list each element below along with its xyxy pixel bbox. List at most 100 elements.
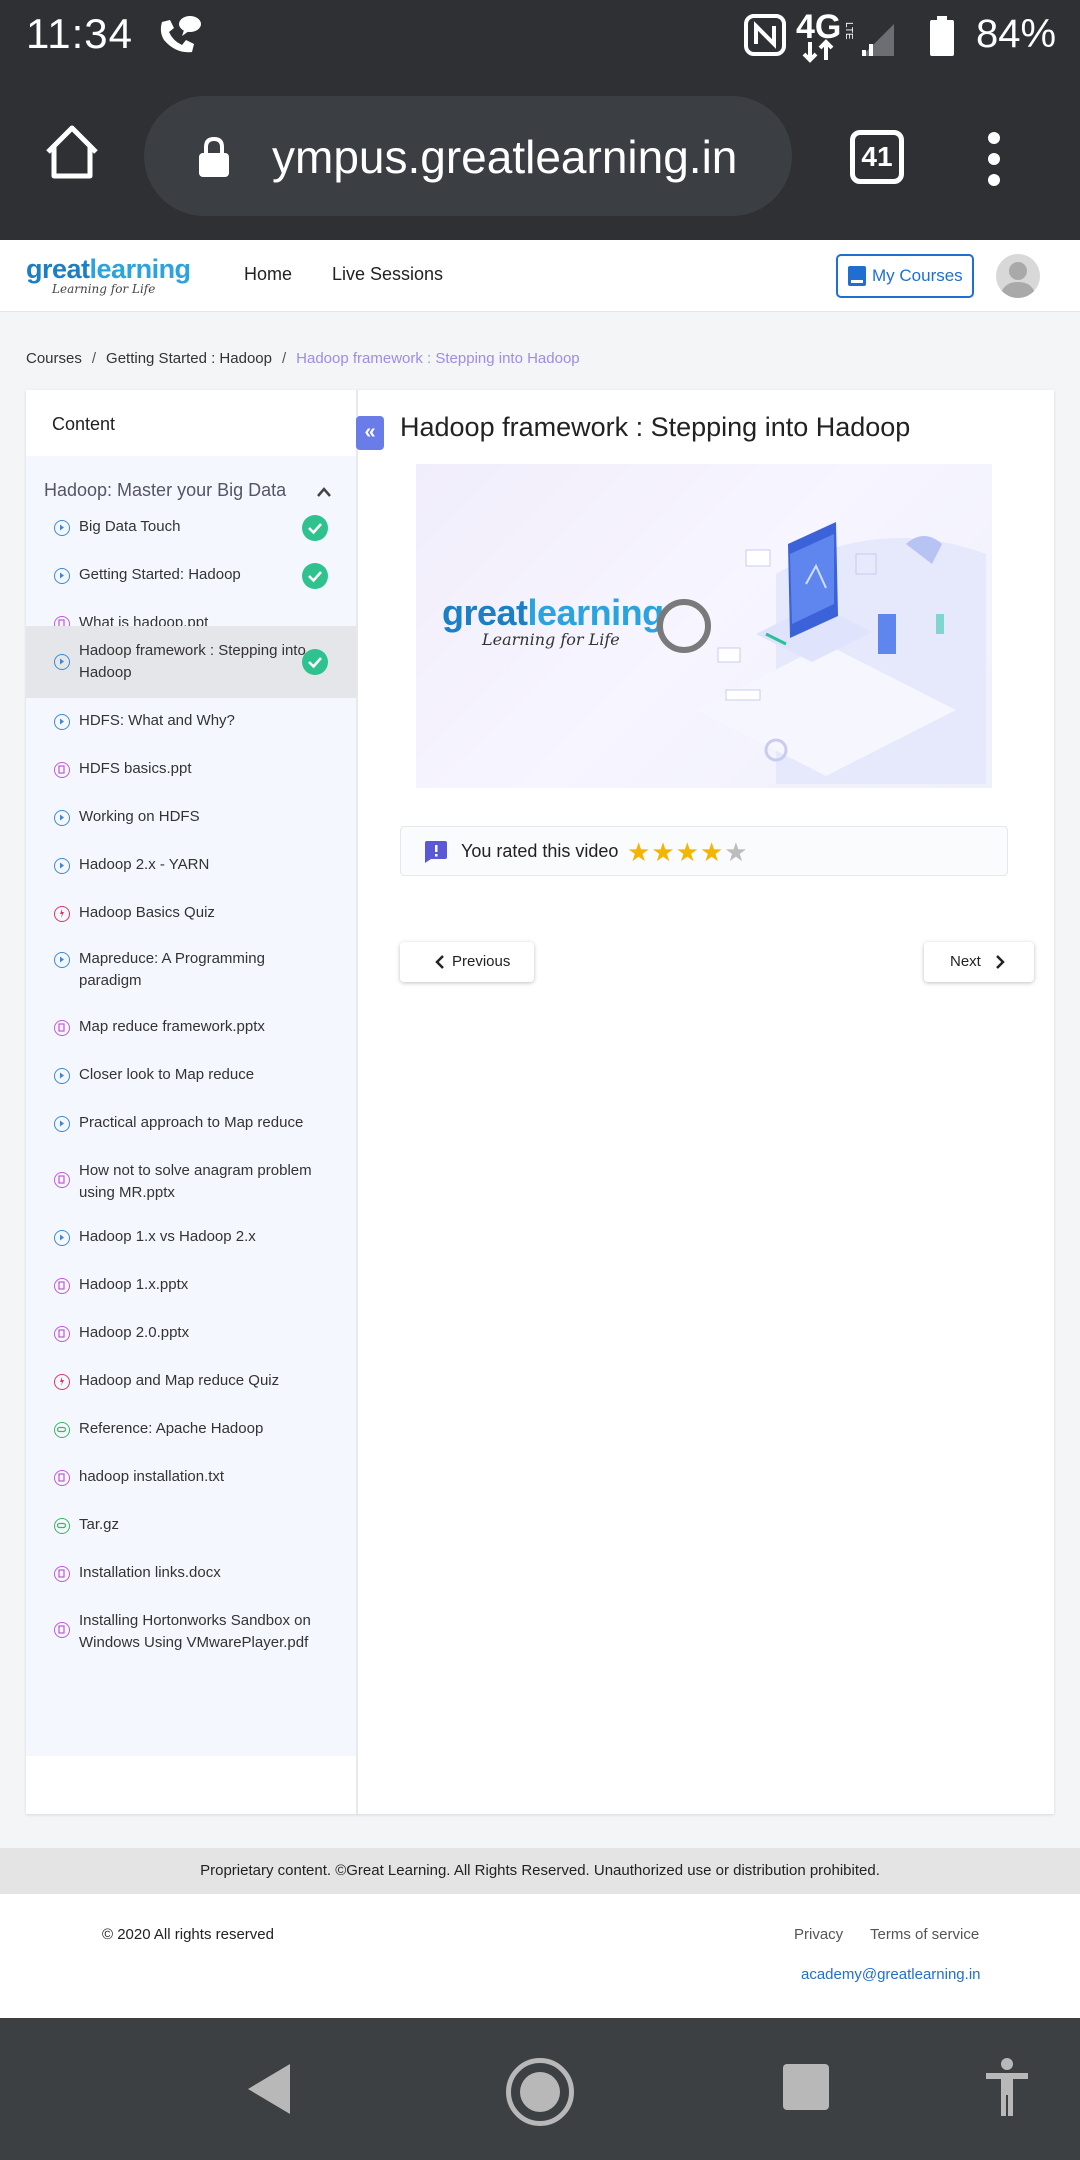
address-bar[interactable]: ympus.greatlearning.in [144,96,792,216]
sidebar-item[interactable]: Closer look to Map reduce [26,1056,356,1096]
lesson-title: Hadoop framework : Stepping into Hadoop [400,412,911,442]
sidebar-item-label: Hadoop 2.x - YARN [79,856,210,873]
sidebar-item[interactable]: How not to solve anagram problem using M… [26,1152,356,1208]
sidebar-item[interactable]: HDFS basics.ppt [26,750,356,790]
sidebar-item[interactable]: Hadoop Basics Quiz [26,894,356,934]
nav-home[interactable]: Home [244,264,292,285]
chevron-right-icon [996,955,1005,969]
sidebar-item-label: Installation links.docx [79,1564,221,1581]
play-circle-icon [54,1116,70,1132]
terms-link[interactable]: Terms of service [870,1926,979,1943]
play-circle-icon [54,654,70,670]
breadcrumb-current: Hadoop framework : Stepping into Hadoop [296,350,580,367]
loading-spinner-icon [657,599,711,653]
sidebar-item[interactable]: Reference: Apache Hadoop [26,1410,356,1450]
url-text: ympus.greatlearning.in [272,131,738,183]
course-card: Content Hadoop: Master your Big Data Big… [26,390,1054,1814]
star-filled-icon[interactable]: ★ [676,837,700,867]
sidebar-item-label: Hadoop 2.0.pptx [79,1324,190,1341]
document-icon [54,762,70,778]
sidebar-header: Content [52,414,116,434]
sidebar-item[interactable]: Working on HDFS [26,798,356,838]
home-button-icon[interactable] [506,2058,574,2126]
sidebar-item-label: hadoop installation.txt [79,1468,225,1485]
sidebar-item-label: Hadoop Basics Quiz [79,904,215,921]
breadcrumb-courses[interactable]: Courses [26,350,82,367]
sidebar-item-label: Big Data Touch [79,518,181,535]
play-circle-icon [54,1068,70,1084]
user-avatar[interactable] [996,254,1040,298]
quiz-icon [54,906,70,922]
recent-apps-icon[interactable] [783,2064,829,2110]
sidebar-item-label: Hadoop 1.x vs Hadoop 2.x [79,1228,256,1245]
sidebar-item[interactable]: Hadoop framework : Stepping into Hadoop [26,626,356,698]
my-courses-button[interactable]: My Courses [836,254,974,298]
back-icon[interactable] [246,2062,292,2116]
chevron-up-icon[interactable] [316,486,332,498]
privacy-link[interactable]: Privacy [794,1926,843,1943]
star-filled-icon[interactable]: ★ [651,837,675,867]
sidebar-item-label: Hadoop framework : Stepping into Hadoop [79,642,306,681]
content-sidebar: Content Hadoop: Master your Big Data Big… [26,390,358,1814]
sidebar-item[interactable]: Map reduce framework.pptx [26,1008,356,1048]
sidebar-item[interactable]: Installing Hortonworks Sandbox on Window… [26,1602,356,1658]
sidebar-item-label: Working on HDFS [79,808,200,825]
sidebar-item[interactable]: Mapreduce: A Programming paradigm [26,940,356,989]
document-icon [54,1622,70,1638]
star-filled-icon[interactable]: ★ [627,837,651,867]
nfc-icon [744,14,786,56]
nav-live-sessions[interactable]: Live Sessions [332,264,443,285]
accessibility-icon[interactable] [986,2058,1028,2116]
sidebar-item-label: Hadoop and Map reduce Quiz [79,1372,280,1389]
sidebar-item-label: Tar.gz [79,1516,120,1533]
sidebar-item[interactable]: Hadoop 1.x vs Hadoop 2.x [26,1218,356,1258]
battery-percent: 84% [976,12,1057,56]
video-thumbnail[interactable]: greatlearning Learning for Life [416,464,992,788]
module-title[interactable]: Hadoop: Master your Big Data [44,480,286,501]
sidebar-item[interactable]: Installation links.docx [26,1554,356,1594]
clock: 11:34 [26,10,133,57]
star-filled-icon[interactable]: ★ [700,837,724,867]
sidebar-item[interactable]: Practical approach to Map reduce [26,1104,356,1144]
play-circle-icon [54,1230,70,1246]
email-link[interactable]: academy@greatlearning.in [801,1966,981,1983]
battery-icon [930,16,954,56]
star-empty-icon[interactable]: ★ [724,837,748,867]
sidebar-item[interactable]: Tar.gz [26,1506,356,1546]
play-circle-icon [54,810,70,826]
sidebar-item[interactable]: Hadoop 2.x - YARN [26,846,356,886]
status-bar: 11:34 4G LTE 84% [0,0,1080,72]
lock-icon [199,136,229,177]
document-icon [54,1278,70,1294]
next-button[interactable]: Next [924,942,1034,982]
breadcrumb-getting-started[interactable]: Getting Started : Hadoop [106,350,272,367]
home-icon[interactable] [42,122,102,182]
sidebar-item[interactable]: Big Data Touch [26,508,356,548]
sidebar-item-label: Reference: Apache Hadoop [79,1420,264,1437]
star-rating[interactable]: ★★★★★ [627,837,749,868]
signal-icon [862,24,894,56]
sidebar-item[interactable]: Hadoop 2.0.pptx [26,1314,356,1354]
sidebar-item-label: How not to solve anagram problem using M… [79,1162,312,1201]
sidebar-item[interactable]: HDFS: What and Why? [26,702,356,742]
network-4g-icon: 4G LTE [796,8,854,63]
sidebar-item[interactable]: hadoop installation.txt [26,1458,356,1498]
tab-switcher-button[interactable]: 41 [850,130,904,184]
sidebar-item[interactable]: Getting Started: Hadoop [26,556,356,596]
document-icon [54,1566,70,1582]
sidebar-item-label: Closer look to Map reduce [79,1066,255,1083]
breadcrumb: Courses / Getting Started : Hadoop / Hadoop … [26,350,580,367]
sidebar-item[interactable]: Hadoop 1.x.pptx [26,1266,356,1306]
module-section: Hadoop: Master your Big Data Big Data To… [26,456,356,1756]
more-options-icon[interactable] [988,132,1000,186]
greatlearning-logo[interactable]: greatlearning Learning for Life [26,254,191,296]
isometric-illustration [657,522,986,784]
wifi-calling-icon [160,16,201,53]
play-circle-icon [54,714,70,730]
network-type-text: 4G [796,8,841,46]
previous-button[interactable]: Previous [400,942,534,982]
sidebar-item-label: Map reduce framework.pptx [79,1018,265,1035]
sidebar-item[interactable]: Hadoop and Map reduce Quiz [26,1362,356,1402]
sidebar-item-label: HDFS: What and Why? [79,712,235,729]
rating-box: You rated this video ★★★★★ [400,826,1008,876]
